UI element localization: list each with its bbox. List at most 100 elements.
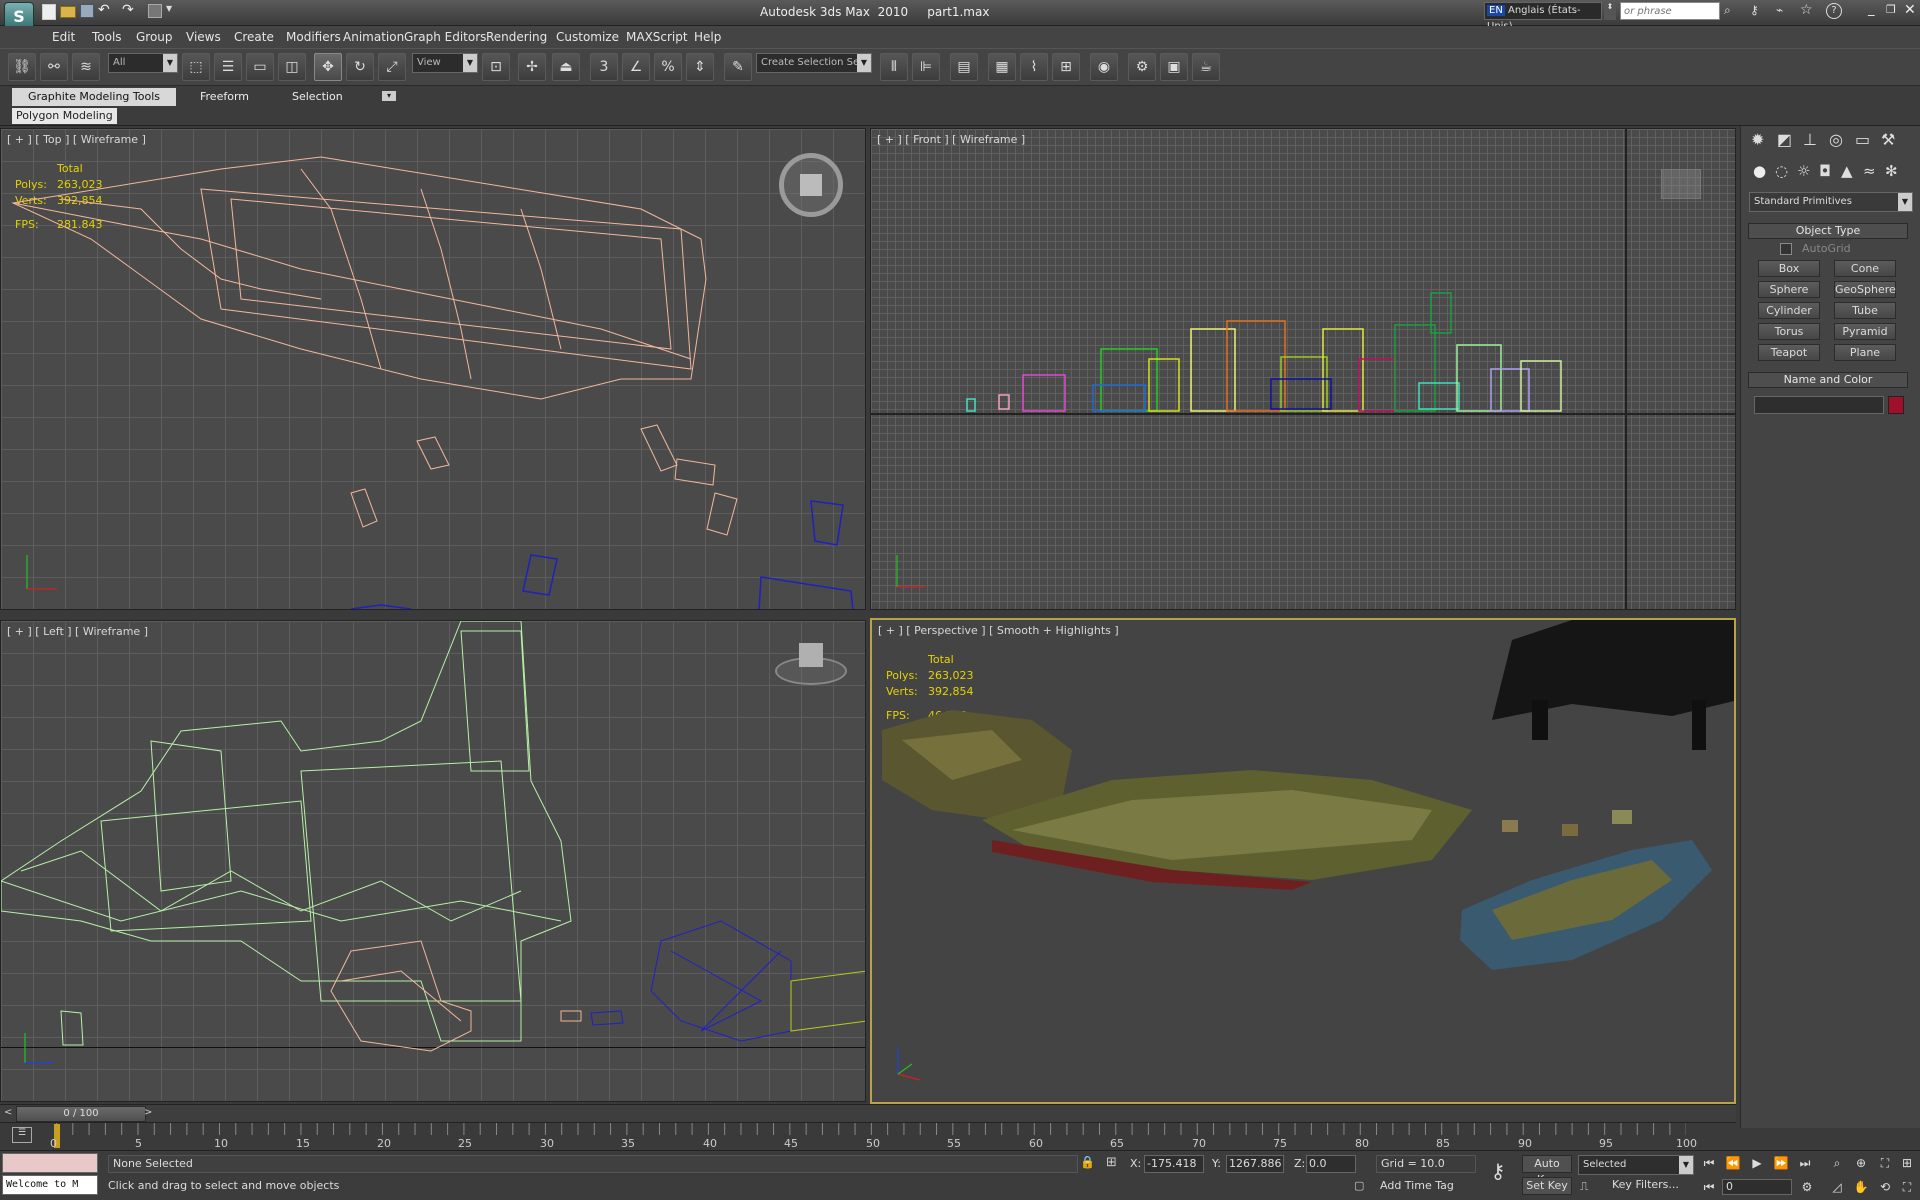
favorites-star-icon[interactable]: ☆ — [1800, 2, 1813, 18]
autogrid-checkbox[interactable] — [1780, 243, 1792, 255]
time-slider-next-icon[interactable]: > — [144, 1107, 152, 1118]
orbit-icon[interactable]: ⟲ — [1874, 1177, 1896, 1197]
key-mode-toggle-icon[interactable]: ⏮ — [1698, 1177, 1720, 1197]
align-icon[interactable]: ⊫ — [912, 53, 940, 81]
minimize-icon[interactable]: _ — [1868, 2, 1875, 17]
menu-help[interactable]: Help — [694, 30, 721, 44]
time-tag-icon[interactable]: ▢ — [1354, 1179, 1364, 1192]
polygon-modeling-panel[interactable]: Polygon Modeling — [12, 108, 117, 124]
utilities-tab-icon[interactable]: ⚒ — [1881, 130, 1895, 149]
create-tube-button[interactable]: Tube — [1834, 302, 1896, 319]
y-coordinate-field[interactable]: 1267.886 — [1226, 1155, 1284, 1173]
selection-lock-icon[interactable]: 🔒 — [1080, 1155, 1095, 1169]
pan-view-icon[interactable]: ✋ — [1850, 1177, 1872, 1197]
default-tangent-icon[interactable]: ⎍ — [1580, 1179, 1588, 1194]
auto-key-button[interactable]: Auto Key — [1522, 1155, 1572, 1186]
create-teapot-button[interactable]: Teapot — [1758, 344, 1820, 361]
menu-maxscript[interactable]: MAXScript — [626, 30, 688, 44]
cameras-icon[interactable]: ◘ — [1819, 162, 1831, 180]
rollout-object-type[interactable]: Object Type — [1748, 223, 1908, 239]
time-slider-thumb[interactable]: 0 / 100 — [16, 1106, 146, 1122]
menu-rendering[interactable]: Rendering — [486, 30, 547, 44]
menu-create[interactable]: Create — [234, 30, 274, 44]
undo-icon[interactable]: ↶ — [98, 2, 118, 18]
zoom-icon[interactable]: ⌕ — [1826, 1153, 1848, 1173]
language-scroll-icon[interactable]: ⬍ — [1604, 2, 1616, 20]
edit-named-selection-icon[interactable]: ✎ — [724, 53, 752, 81]
select-and-scale-icon[interactable]: ⤢ — [378, 53, 406, 81]
go-to-start-icon[interactable]: ⏮ — [1698, 1153, 1720, 1173]
schematic-view-icon[interactable]: ⊞ — [1052, 53, 1080, 81]
motion-tab-icon[interactable]: ◎ — [1829, 130, 1843, 149]
quick-access-open-icon[interactable] — [60, 6, 76, 18]
create-geosphere-button[interactable]: GeoSphere — [1834, 281, 1896, 298]
go-to-end-icon[interactable]: ⏭ — [1794, 1153, 1816, 1173]
absolute-mode-icon[interactable]: ⊞ — [1106, 1155, 1117, 1170]
rendered-frame-window-icon[interactable]: ▣ — [1160, 53, 1188, 81]
add-time-tag-button[interactable]: Add Time Tag — [1380, 1179, 1454, 1192]
viewport-front[interactable]: [ + ] [ Front ] [ Wireframe ] — [870, 128, 1736, 610]
project-folder-icon[interactable] — [148, 4, 162, 18]
tab-selection[interactable]: Selection — [292, 90, 343, 103]
key-filters-button[interactable]: Key Filters... — [1612, 1177, 1692, 1195]
current-frame-field[interactable]: 0 — [1722, 1179, 1792, 1195]
layer-manager-icon[interactable]: ▤ — [950, 53, 978, 81]
bind-space-warp-icon[interactable]: ≋ — [72, 53, 100, 81]
manipulate-icon[interactable]: ✢ — [518, 53, 546, 81]
create-tab-icon[interactable]: ✹ — [1751, 130, 1764, 149]
zoom-extents-icon[interactable]: ⛶ — [1874, 1153, 1896, 1173]
menu-graph-editors[interactable]: Graph Editors — [404, 30, 486, 44]
restore-icon[interactable]: ❐ — [1886, 3, 1896, 16]
graphite-toggle-icon[interactable]: ▦ — [988, 53, 1016, 81]
selection-filter-dropdown[interactable]: All ▼ — [108, 53, 178, 73]
close-icon[interactable]: ✕ — [1904, 2, 1916, 18]
lights-icon[interactable]: ☼ — [1797, 162, 1810, 180]
menu-views[interactable]: Views — [186, 30, 221, 44]
infocenter-search-input[interactable] — [1620, 2, 1720, 20]
play-icon[interactable]: ▶ — [1746, 1153, 1768, 1173]
binoculars-icon[interactable]: ⌕ — [1724, 3, 1731, 18]
angle-snap-icon[interactable]: ∠ — [622, 53, 650, 81]
hierarchy-tab-icon[interactable]: ⊥ — [1803, 130, 1817, 149]
reference-coordinate-dropdown[interactable]: View ▼ — [412, 53, 478, 73]
subscription-key-icon[interactable]: ⚷ — [1750, 3, 1759, 17]
menu-edit[interactable]: Edit — [52, 30, 75, 44]
time-configuration-icon[interactable]: ⚙ — [1796, 1177, 1818, 1197]
object-color-swatch[interactable] — [1888, 396, 1904, 414]
object-category-dropdown[interactable]: Standard Primitives ▼ — [1749, 192, 1913, 212]
quick-access-new-icon[interactable] — [42, 4, 56, 20]
previous-frame-icon[interactable]: ⏪ — [1722, 1153, 1744, 1173]
select-by-name-icon[interactable]: ☰ — [214, 53, 242, 81]
create-torus-button[interactable]: Torus — [1758, 323, 1820, 340]
redo-icon[interactable]: ↷ — [122, 2, 142, 18]
create-sphere-button[interactable]: Sphere — [1758, 281, 1820, 298]
systems-icon[interactable]: ✻ — [1885, 162, 1898, 180]
render-production-icon[interactable]: ☕ — [1192, 53, 1220, 81]
maximize-viewport-icon[interactable]: ⛶ — [1896, 1177, 1918, 1197]
tab-freeform[interactable]: Freeform — [200, 90, 249, 103]
helpers-icon[interactable]: ▲ — [1841, 162, 1853, 180]
set-key-button[interactable]: Set Key — [1522, 1177, 1572, 1195]
set-key-icon[interactable]: ⚷ — [1484, 1159, 1512, 1189]
select-and-link-icon[interactable]: ⛓ — [8, 53, 36, 81]
viewport-left[interactable]: [ + ] [ Left ] [ Wireframe ] — [0, 620, 866, 1102]
viewport-perspective[interactable]: [ + ] [ Perspective ] [ Smooth + Highlig… — [870, 618, 1736, 1104]
communication-center-icon[interactable]: ⌁ — [1776, 3, 1783, 17]
field-of-view-icon[interactable]: ◿ — [1826, 1177, 1848, 1197]
create-plane-button[interactable]: Plane — [1834, 344, 1896, 361]
rollout-name-and-color[interactable]: Name and Color — [1748, 372, 1908, 388]
geometry-icon[interactable]: ● — [1753, 162, 1766, 180]
menu-animation[interactable]: Animation — [343, 30, 404, 44]
menu-group[interactable]: Group — [136, 30, 173, 44]
object-name-field[interactable] — [1754, 396, 1884, 414]
create-pyramid-button[interactable]: Pyramid — [1834, 323, 1896, 340]
quick-access-save-icon[interactable] — [80, 4, 94, 18]
maxscript-listener-field[interactable] — [2, 1153, 98, 1173]
select-object-icon[interactable]: ⬚ — [182, 53, 210, 81]
maxscript-listener-output[interactable]: Welcome to M — [2, 1175, 98, 1195]
ribbon-minimize-icon[interactable]: ▾ — [382, 91, 396, 101]
spinner-snap-icon[interactable]: ⇕ — [686, 53, 714, 81]
space-warps-icon[interactable]: ≈ — [1863, 162, 1876, 180]
language-badge[interactable]: EN Anglais (États-Unis) — [1484, 2, 1602, 32]
select-and-rotate-icon[interactable]: ↻ — [346, 53, 374, 81]
